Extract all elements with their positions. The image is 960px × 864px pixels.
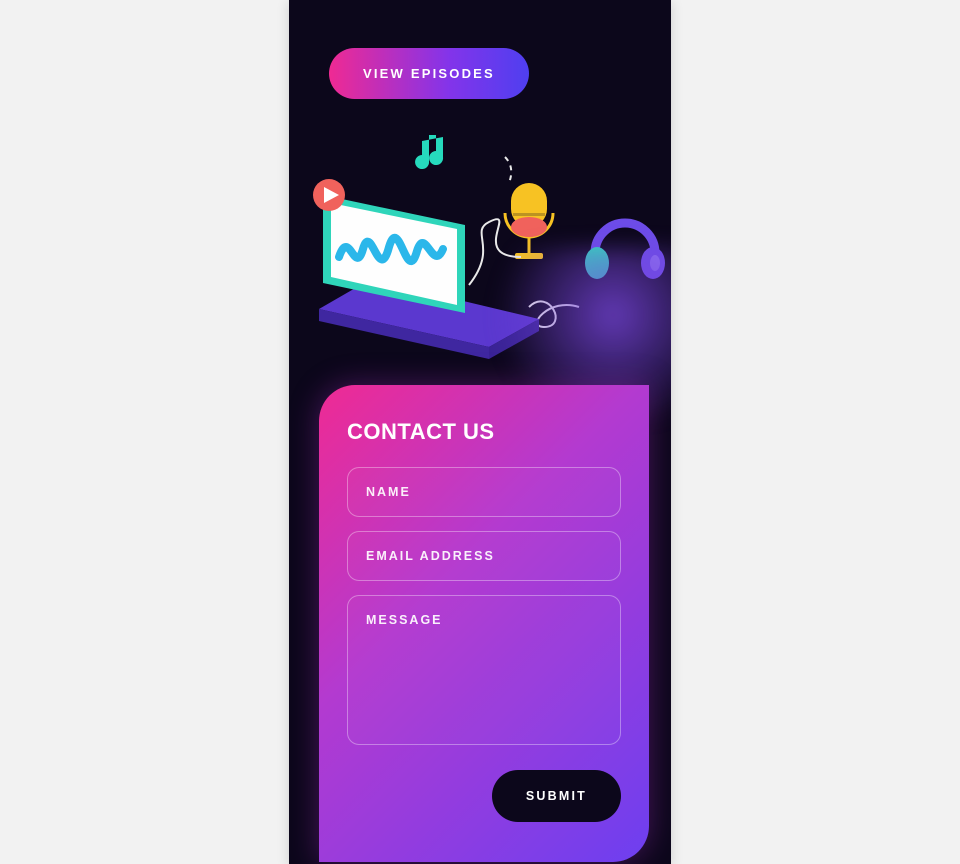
submit-row: SUBMIT	[347, 770, 621, 822]
app-card: VIEW EPISODES	[289, 0, 671, 864]
view-episodes-button[interactable]: VIEW EPISODES	[329, 48, 529, 99]
hero-illustration	[289, 117, 671, 367]
submit-button[interactable]: SUBMIT	[492, 770, 621, 822]
play-icon	[313, 179, 345, 211]
message-field[interactable]	[347, 595, 621, 745]
name-field[interactable]	[347, 467, 621, 517]
contact-form: CONTACT US SUBMIT	[319, 385, 649, 862]
contact-title: CONTACT US	[347, 419, 621, 445]
email-field[interactable]	[347, 531, 621, 581]
music-note-icon	[415, 135, 443, 169]
squiggle-icon	[505, 157, 511, 183]
